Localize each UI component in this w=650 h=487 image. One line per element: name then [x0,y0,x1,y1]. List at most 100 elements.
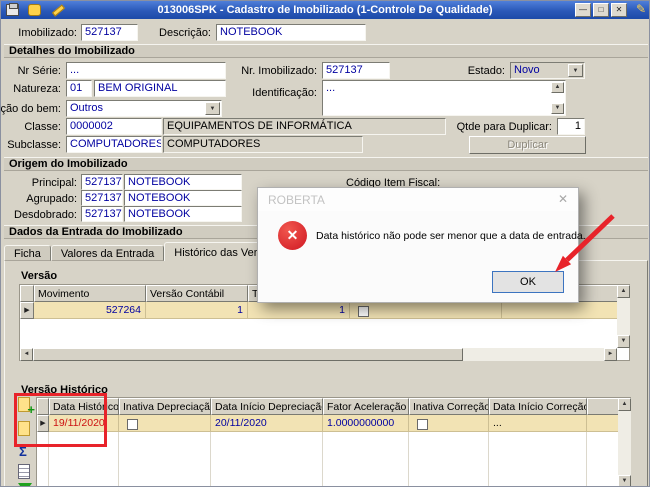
close-button[interactable]: ✕ [611,3,627,17]
column-header-indicator [37,398,49,415]
expand-down-icon[interactable] [16,480,34,486]
window-title: 013006SPK - Cadastro de Imobilizado (1-C… [157,4,493,16]
desdobrado-code-field[interactable]: 527137 [81,206,123,222]
classe-desc-field: EQUIPAMENTOS DE INFORMÁTICA [163,118,446,135]
estado-dropdown-icon[interactable]: ▼ [568,64,583,77]
versao-historico-scroll-down-icon[interactable]: ▼ [618,475,631,486]
natureza-desc-field[interactable]: BEM ORIGINAL [94,80,226,97]
report-icon[interactable] [16,463,34,481]
nr-serie-label: Nr Série: [17,65,61,77]
depreciacao-diferenciada-checkbox[interactable] [358,306,369,317]
inativa-correcao-checkbox[interactable] [417,419,428,430]
dialog-titlebar: ROBERTA ✕ [258,188,578,211]
versao-historico-vertical-scrollbar[interactable]: ▲ ▼ [618,398,631,486]
column-header-data-inicio-depreciacao[interactable]: Data Início Depreciação [211,398,323,415]
natureza-code-field[interactable]: 01 [66,80,92,97]
agrupado-label: Agrupado: [26,193,77,205]
versao-table-row[interactable]: ▶ 527264 1 1 [20,302,629,319]
column-header-inativa-correcao[interactable]: Inativa Correção [409,398,489,415]
pencil-icon: ✎ [635,2,646,16]
column-header-movimento[interactable]: Movimento [34,285,146,302]
minimize-button[interactable]: — [575,3,591,17]
error-icon: ✕ [278,221,307,250]
utilizacao-dropdown-icon[interactable]: ▼ [205,102,220,115]
identificacao-scroll-down-icon[interactable]: ▼ [551,103,564,114]
identificacao-field[interactable]: ... ▲ ▼ [322,80,566,116]
agrupado-desc-field: NOTEBOOK [124,190,242,206]
desdobrado-label: Desdobrado: [14,209,77,221]
titlebar: 013006SPK - Cadastro de Imobilizado (1-C… [1,1,649,19]
ok-button[interactable]: OK [492,271,564,293]
versao-historico-table-row[interactable]: ▶ 19/11/2020 20/11/2020 1.0000000000 ... [37,415,630,432]
cell-fator-aceleracao[interactable]: 1.0000000000 [323,415,409,432]
natureza-label: Natureza: [13,83,61,95]
sum-icon[interactable]: Σ [16,444,34,462]
row-indicator-icon: ▶ [20,302,34,319]
versao-scroll-down-icon[interactable]: ▼ [617,335,630,348]
versao-historico-section-title: Versão Histórico [21,384,108,396]
versao-scrollbar-thumb[interactable] [33,348,463,361]
tab-strip: Ficha Valores da Entrada Histórico das V… [4,242,291,261]
add-record-icon[interactable]: + [16,396,35,416]
versao-section-title: Versão [21,270,58,282]
cell-inativa-correcao[interactable] [409,415,489,432]
subclasse-code-field[interactable]: COMPUTADORES [66,136,162,153]
versao-scroll-up-icon[interactable]: ▲ [617,285,630,298]
descricao-label: Descrição: [159,27,211,39]
versao-vertical-scrollbar[interactable]: ▲ ▼ [617,285,630,348]
principal-code-field[interactable]: 527137 [81,174,123,190]
inativa-depreciacao-checkbox[interactable] [127,419,138,430]
utilizacao-combobox[interactable]: Outros ▼ [66,100,222,117]
cell-data-historico[interactable]: 19/11/2020 [49,415,119,432]
classe-code-field[interactable]: 0000002 [66,118,162,135]
tab-valores-da-entrada[interactable]: Valores da Entrada [50,245,165,261]
column-header-versao-contabil[interactable]: Versão Contábil [146,285,248,302]
cell-data-inicio-correcao[interactable]: ... [489,415,587,432]
imobilizado-field[interactable]: 527137 [81,24,138,41]
identificacao-scroll-up-icon[interactable]: ▲ [551,82,564,93]
origem-section-header: Origem do Imobilizado [4,157,648,171]
cell-depreciacao-diferenciada[interactable] [350,302,502,319]
cell-versao-contabil[interactable]: 1 [146,302,248,319]
qtde-duplicar-label: Qtde para Duplicar: [456,121,552,133]
qtde-duplicar-field[interactable]: 1 [557,118,585,135]
column-header-inativa-depreciacao[interactable]: Inativa Depreciação [119,398,211,415]
column-header-filler [587,398,619,415]
nr-imobilizado-field[interactable]: 527137 [322,62,390,79]
nr-serie-field[interactable]: ... [66,62,226,79]
duplicar-button: Duplicar [469,136,586,154]
estado-label: Estado: [467,65,505,77]
column-header-data-historico[interactable]: Data Histórico [49,398,119,415]
detalhes-section-header: Detalhes do Imobilizado [4,44,648,58]
subclasse-label: Subclasse: [7,139,61,151]
versao-historico-grid-header: Data Histórico Inativa Depreciação Data … [37,398,630,415]
cell-data-inicio-depreciacao[interactable]: 20/11/2020 [211,415,323,432]
maximize-button[interactable]: □ [593,3,609,17]
tab-ficha[interactable]: Ficha [4,245,51,261]
agrupado-code-field[interactable]: 527137 [81,190,123,206]
classe-label: Classe: [24,121,61,133]
versao-historico-scroll-up-icon[interactable]: ▲ [618,398,631,411]
versao-scroll-right-icon[interactable]: ► [604,348,617,361]
column-header-indicator [20,285,34,302]
identificacao-label: Identificação: [252,87,317,99]
desdobrado-desc-field: NOTEBOOK [124,206,242,222]
cell-inativa-depreciacao[interactable] [119,415,211,432]
dialog-title: ROBERTA [268,193,325,207]
imobilizado-label: Imobilizado: [18,27,77,39]
estado-combobox[interactable]: Novo ▼ [510,62,585,79]
utilizacao-label: Utilização do bem: [0,103,61,115]
versao-horizontal-scrollbar[interactable]: ◄ ► [20,348,617,361]
cell-filler [502,302,618,319]
message-dialog: ROBERTA ✕ ✕ Data histórico não pode ser … [257,187,586,303]
principal-label: Principal: [31,177,77,189]
edit-record-icon[interactable] [16,420,34,438]
dialog-close-icon[interactable]: ✕ [558,192,568,206]
cell-movimento[interactable]: 527264 [34,302,146,319]
versao-scroll-left-icon[interactable]: ◄ [20,348,33,361]
cell-tipo-movimento[interactable]: 1 [248,302,350,319]
row-indicator-icon: ▶ [37,415,49,432]
descricao-field[interactable]: NOTEBOOK [216,24,366,41]
column-header-data-inicio-correcao[interactable]: Data Início Correção [489,398,587,415]
column-header-fator-aceleracao[interactable]: Fator Aceleração [323,398,409,415]
